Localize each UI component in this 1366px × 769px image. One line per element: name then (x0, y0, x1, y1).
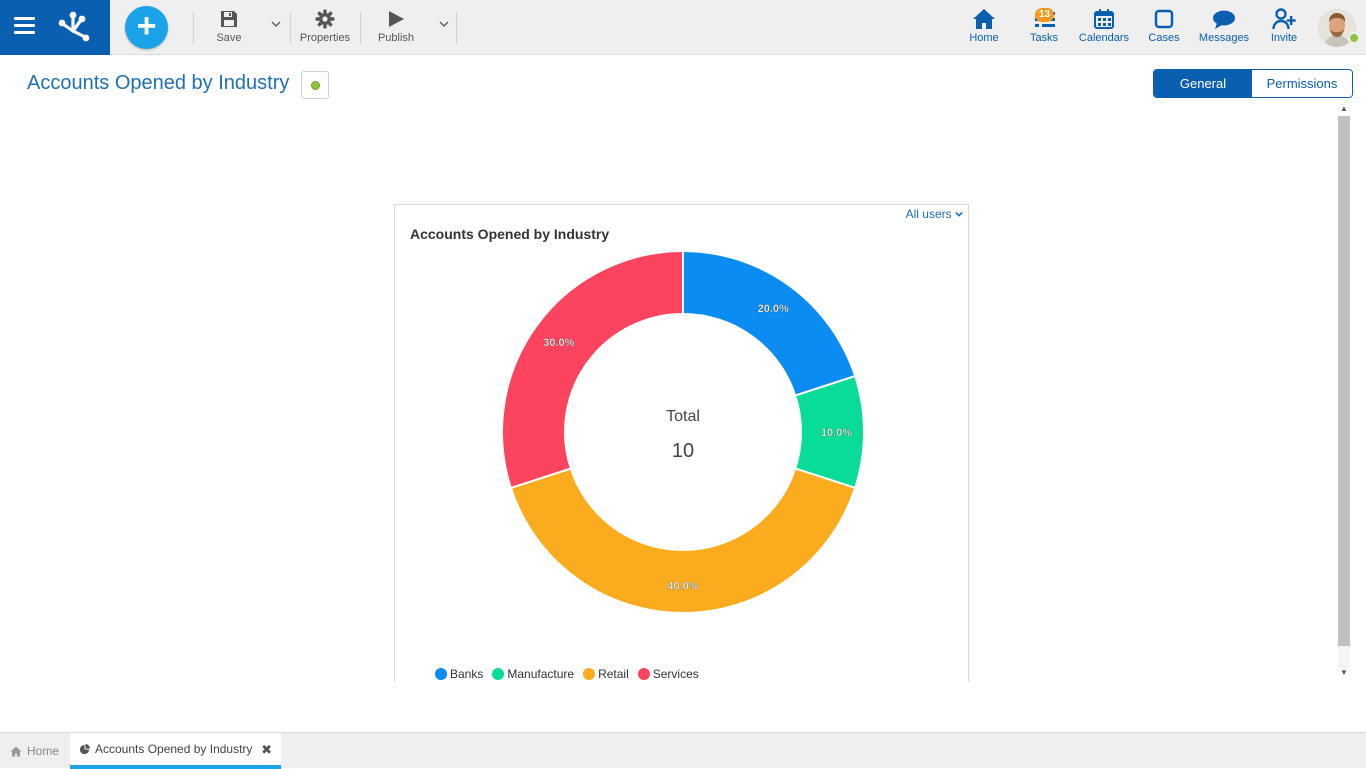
save-button[interactable]: Save (213, 8, 245, 44)
scroll-up-arrow-icon[interactable]: ▲ (1340, 104, 1348, 113)
hamburger-icon[interactable] (14, 17, 35, 35)
scrollbar-thumb[interactable] (1338, 116, 1350, 646)
donut-chart: 20.0% 10.0% 40.0% 30.0% Total 10 (501, 249, 865, 614)
nav-cases[interactable]: Cases (1146, 8, 1182, 44)
gear-icon (298, 8, 352, 30)
publish-options-chevron-down-icon[interactable] (439, 19, 449, 29)
view-tabs: General Permissions (1153, 69, 1353, 98)
scroll-down-arrow-icon[interactable]: ▼ (1340, 668, 1348, 677)
slice-percent-label: 20.0% (758, 303, 789, 315)
toolbar-divider (290, 12, 291, 44)
donut-slice-services[interactable] (501, 249, 684, 490)
publish-button[interactable]: Publish (376, 8, 416, 44)
donut-center-value: 10 (672, 440, 694, 462)
app-logo-icon[interactable] (56, 10, 90, 42)
save-label: Save (216, 32, 242, 44)
status-toggle[interactable] (301, 71, 329, 99)
bottom-tab-home-label: Home (27, 744, 60, 758)
status-dot-icon (311, 81, 320, 90)
bottom-tab-current-label: Accounts Opened by Industry (95, 742, 253, 756)
close-icon[interactable]: ✖ (261, 742, 272, 758)
chart-card: All users Accounts Opened by Industry 20… (394, 204, 969, 682)
bottom-tab-current[interactable]: Accounts Opened by Industry ✖ (70, 733, 281, 769)
properties-label: Properties (299, 32, 351, 44)
legend-item-manufacture[interactable]: Manufacture (492, 667, 574, 681)
nav-home[interactable]: Home (966, 8, 1002, 44)
house-icon (966, 8, 1002, 30)
tab-general[interactable]: General (1154, 70, 1252, 97)
page-title: Accounts Opened by Industry (27, 72, 290, 94)
nav-tasks-label: Tasks (1029, 32, 1059, 44)
donut-center-label: Total (666, 408, 700, 425)
legend-item-banks[interactable]: Banks (435, 667, 483, 681)
chat-bubble-icon (1197, 8, 1251, 30)
vertical-scrollbar[interactable]: ▲ ▼ (1336, 102, 1352, 682)
legend-label: Banks (450, 667, 484, 681)
top-toolbar: + Save Properties Publish Home 13 Tasks … (0, 0, 1366, 55)
brand-area (0, 0, 110, 55)
publish-label: Publish (377, 32, 415, 44)
square-icon (1146, 8, 1182, 30)
legend-swatch (435, 668, 447, 680)
toolbar-divider (456, 12, 457, 44)
tab-permissions[interactable]: Permissions (1252, 70, 1352, 97)
toolbar-divider (193, 12, 194, 44)
nav-calendars-label: Calendars (1078, 32, 1130, 44)
legend-label: Services (652, 667, 699, 681)
nav-invite-label: Invite (1270, 32, 1298, 44)
pie-chart-icon (79, 743, 90, 755)
bottom-tab-bar: Home Accounts Opened by Industry ✖ (0, 732, 1366, 769)
play-icon (376, 8, 416, 30)
add-button[interactable]: + (125, 6, 168, 49)
nav-calendars[interactable]: Calendars (1077, 8, 1131, 44)
tasks-count-badge: 13 (1035, 8, 1055, 22)
slice-percent-label: 10.0% (821, 427, 852, 439)
legend-swatch (492, 668, 505, 680)
nav-cases-label: Cases (1148, 32, 1180, 44)
online-status-indicator (1348, 32, 1360, 44)
save-options-chevron-down-icon[interactable] (271, 19, 281, 29)
legend-swatch (583, 668, 596, 680)
house-icon (10, 746, 22, 757)
legend-label: Manufacture (507, 667, 575, 681)
legend-item-retail[interactable]: Retail (583, 667, 629, 681)
properties-button[interactable]: Properties (298, 8, 352, 44)
floppy-icon (213, 8, 245, 30)
toolbar-divider (360, 12, 361, 44)
bottom-tab-home[interactable]: Home (0, 733, 70, 769)
nav-invite[interactable]: Invite (1266, 8, 1302, 44)
donut-slice-banks[interactable] (682, 249, 857, 397)
plus-icon: + (136, 7, 157, 45)
nav-tasks[interactable]: 13 Tasks (1026, 8, 1062, 44)
legend-swatch (637, 668, 650, 680)
add-user-icon (1266, 8, 1302, 30)
legend-label: Retail (598, 667, 629, 681)
slice-percent-label: 40.0% (667, 581, 698, 593)
nav-messages[interactable]: Messages (1197, 8, 1251, 44)
legend-item-services[interactable]: Services (637, 667, 699, 681)
nav-home-label: Home (969, 32, 999, 44)
nav-messages-label: Messages (1198, 32, 1250, 44)
calendar-icon (1077, 8, 1131, 30)
chart-legend: Banks Manufacture Retail Services (435, 667, 708, 681)
slice-percent-label: 30.0% (543, 337, 574, 349)
